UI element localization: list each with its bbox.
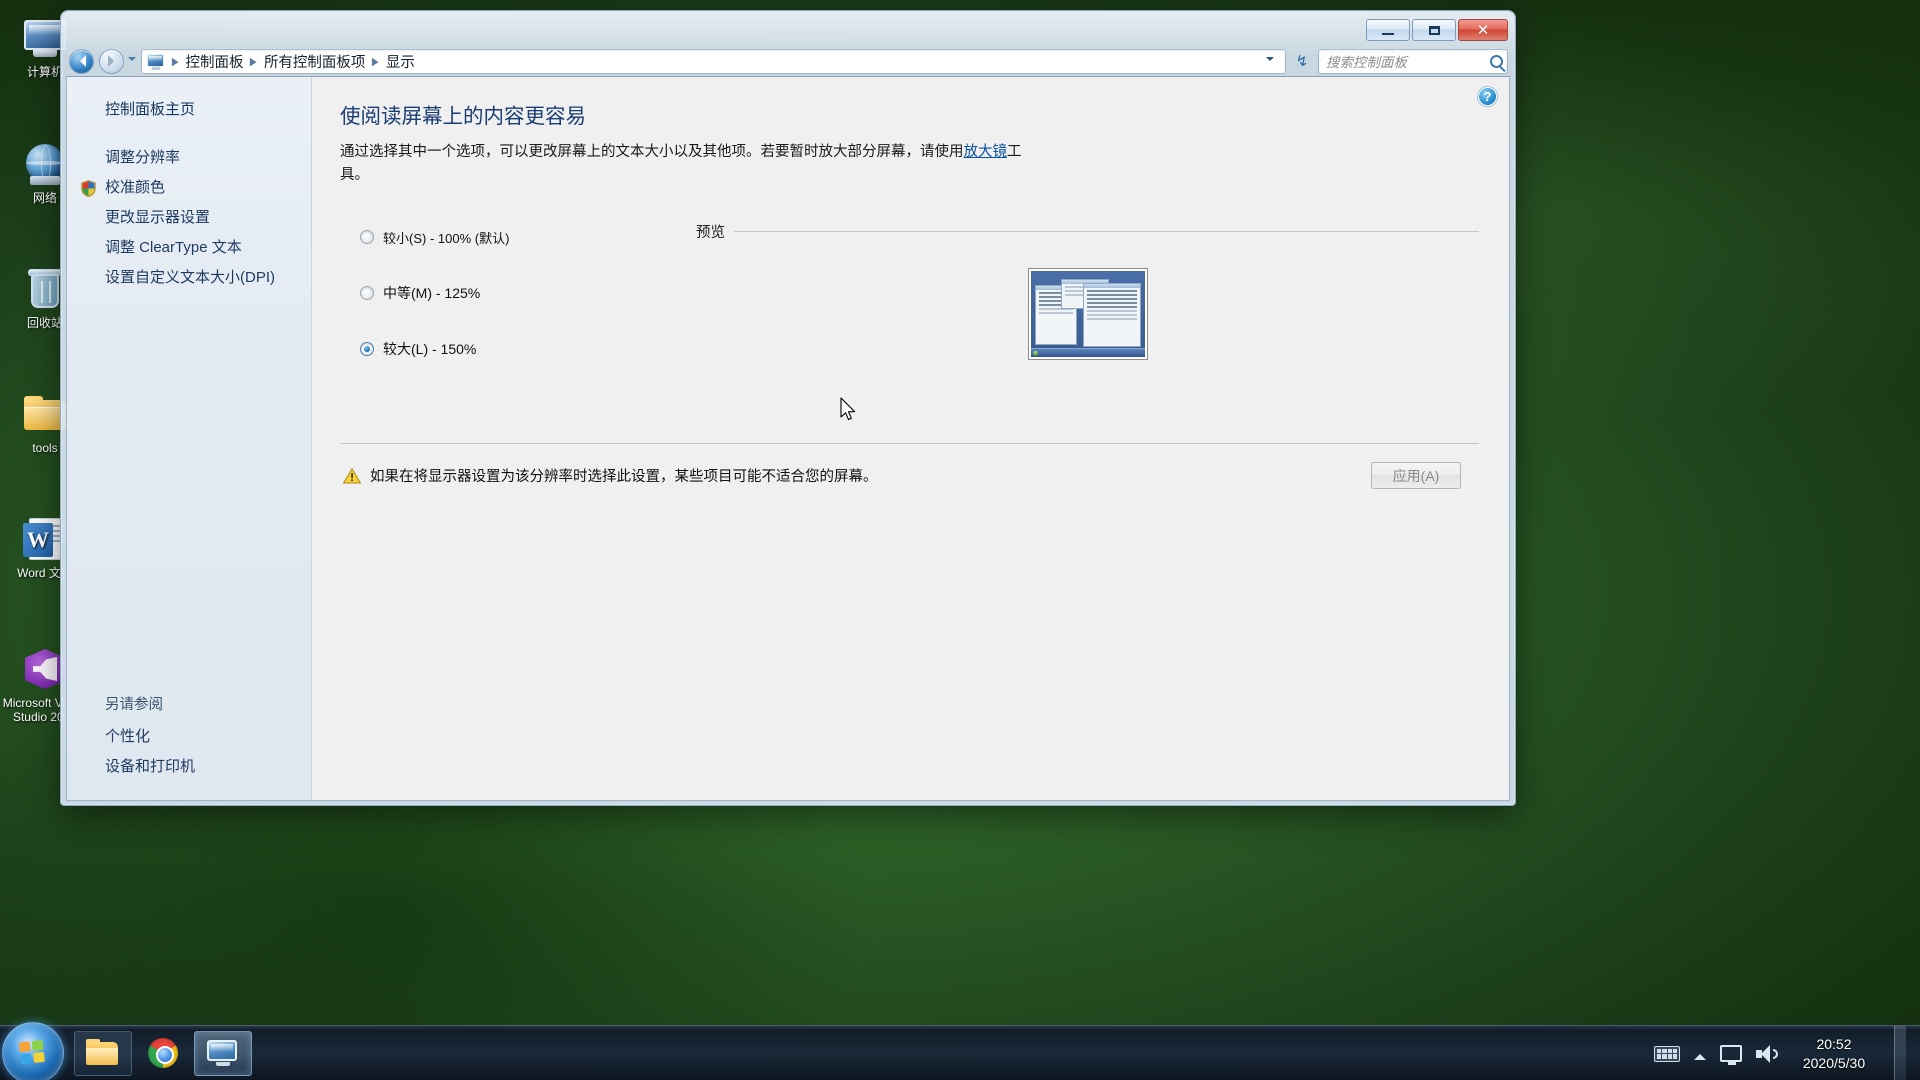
sidebar-item-control-panel-home[interactable]: 控制面板主页 xyxy=(67,95,311,125)
radio-option-smaller-100[interactable]: 较小(S) - 100% (默认) xyxy=(360,227,690,247)
breadcrumb-item-all-items[interactable]: 所有控制面板项 xyxy=(260,49,370,74)
breadcrumb-separator: ▶ xyxy=(372,55,380,68)
system-tray: 20:52 2020/5/30 xyxy=(1654,1026,1920,1080)
help-icon: ? xyxy=(1483,89,1492,104)
radio-option-label: 较小(S) - 100% (默认) xyxy=(383,230,510,246)
address-bar[interactable]: ▶ 控制面板 ▶ 所有控制面板项 ▶ 显示 xyxy=(141,48,1286,74)
sidebar-item-label: 个性化 xyxy=(105,728,151,745)
breadcrumb-item-display[interactable]: 显示 xyxy=(382,49,419,74)
search-icon xyxy=(1490,54,1503,68)
radio-option-larger-150[interactable]: 较大(L) - 150% xyxy=(360,339,690,359)
radio-option-label: 中等(M) - 125% xyxy=(383,285,481,301)
recent-pages-icon[interactable] xyxy=(128,57,136,65)
windows-logo-icon xyxy=(18,1039,47,1067)
refresh-button[interactable]: ↯ xyxy=(1291,50,1313,72)
clock-time: 20:52 xyxy=(1816,1035,1852,1052)
preview-thumbnail xyxy=(1027,268,1148,360)
close-button[interactable]: ✕ xyxy=(1458,19,1508,41)
breadcrumb-separator: ▶ xyxy=(171,55,179,68)
sidebar-see-also: 另请参阅 个性化 设备和打印机 xyxy=(67,689,311,800)
sidebar-top-links: 控制面板主页 调整分辨率 校准颜色 更改显示器设置 调整 ClearType 文… xyxy=(67,95,311,293)
address-dropdown-icon[interactable] xyxy=(1266,57,1274,65)
breadcrumb: ▶ 控制面板 ▶ 所有控制面板项 ▶ 显示 xyxy=(169,49,1262,74)
radio-indicator[interactable] xyxy=(360,230,374,244)
preview-header: 预览 xyxy=(696,221,1479,242)
taskbar: 20:52 2020/5/30 xyxy=(0,1022,1920,1080)
show-desktop-button[interactable] xyxy=(1894,1026,1906,1080)
window-titlebar[interactable]: ✕ xyxy=(66,16,1510,46)
display-resolution-icon[interactable] xyxy=(1720,1045,1742,1065)
description-text-part1: 通过选择其中一个选项，可以更改屏幕上的文本大小以及其他项。若要暂时放大部分屏幕，… xyxy=(340,144,964,160)
sidebar-item-label: 设置自定义文本大小(DPI) xyxy=(105,269,275,286)
sidebar: 控制面板主页 调整分辨率 校准颜色 更改显示器设置 调整 ClearType 文… xyxy=(67,77,312,800)
radio-option-label: 较大(L) - 150% xyxy=(383,341,477,357)
preview-divider xyxy=(734,231,1479,232)
see-also-header: 另请参阅 xyxy=(105,697,163,713)
taskbar-buttons xyxy=(74,1030,252,1076)
chrome-icon xyxy=(148,1038,178,1068)
clock-date: 2020/5/30 xyxy=(1802,1054,1866,1071)
sidebar-item-calibrate-color[interactable]: 校准颜色 xyxy=(67,173,311,203)
sidebar-item-set-custom-text-size-dpi[interactable]: 设置自定义文本大小(DPI) xyxy=(67,263,311,293)
control-panel-icon xyxy=(207,1039,239,1067)
sidebar-item-adjust-cleartype-text[interactable]: 调整 ClearType 文本 xyxy=(67,233,311,263)
shield-icon xyxy=(81,180,96,197)
taskbar-item-windows-explorer[interactable] xyxy=(74,1030,132,1076)
sidebar-item-change-display-settings[interactable]: 更改显示器设置 xyxy=(67,203,311,233)
show-hidden-icons-button[interactable] xyxy=(1694,1048,1706,1060)
sidebar-item-personalization[interactable]: 个性化 xyxy=(67,722,311,752)
breadcrumb-item-control-panel[interactable]: 控制面板 xyxy=(181,49,247,74)
options-and-preview: 较小(S) - 100% (默认) 中等(M) - 125% 较大(L) - 1… xyxy=(340,221,1479,395)
sidebar-item-devices-and-printers[interactable]: 设备和打印机 xyxy=(67,752,311,782)
magnifier-link[interactable]: 放大镜 xyxy=(964,144,1008,160)
page-description: 通过选择其中一个选项，可以更改屏幕上的文本大小以及其他项。若要暂时放大部分屏幕，… xyxy=(340,141,1040,187)
breadcrumb-separator: ▶ xyxy=(250,55,258,68)
sidebar-item-label: 更改显示器设置 xyxy=(105,209,211,226)
radio-indicator[interactable] xyxy=(360,342,374,356)
control-panel-icon xyxy=(147,53,166,70)
radio-option-medium-125[interactable]: 中等(M) - 125% xyxy=(360,283,690,303)
warning-row: 如果在将显示器设置为该分辨率时选择此设置，某些项目可能不适合您的屏幕。 应用(A… xyxy=(340,444,1479,489)
main-content: ? 使阅读屏幕上的内容更容易 通过选择其中一个选项，可以更改屏幕上的文本大小以及… xyxy=(312,77,1509,800)
sidebar-item-label: 调整 ClearType 文本 xyxy=(105,239,242,256)
minimize-button[interactable] xyxy=(1366,19,1410,41)
help-button[interactable]: ? xyxy=(1478,87,1497,106)
folder-icon xyxy=(86,1039,120,1067)
window-controls: ✕ xyxy=(1366,19,1508,41)
window-content: 控制面板主页 调整分辨率 校准颜色 更改显示器设置 调整 ClearType 文… xyxy=(66,76,1510,801)
sidebar-item-label: 设备和打印机 xyxy=(105,758,196,775)
warning-icon xyxy=(342,467,362,484)
address-bar-row: ▶ 控制面板 ▶ 所有控制面板项 ▶ 显示 ↯ 搜索控制面板 xyxy=(66,46,1510,76)
taskbar-item-control-panel[interactable] xyxy=(194,1030,252,1076)
control-panel-window: ✕ ▶ 控制面板 ▶ 所有控制面板项 ▶ 显示 ↯ 搜索控制面板 控制面板主页 … xyxy=(60,10,1516,806)
page-title: 使阅读屏幕上的内容更容易 xyxy=(340,105,586,128)
preview-section: 预览 xyxy=(690,221,1479,395)
search-input[interactable]: 搜索控制面板 xyxy=(1326,51,1490,71)
radio-indicator[interactable] xyxy=(360,286,374,300)
chevron-up-icon xyxy=(1694,1048,1706,1060)
sidebar-item-label: 控制面板主页 xyxy=(105,101,196,118)
keyboard-language-icon[interactable] xyxy=(1654,1045,1680,1062)
maximize-button[interactable] xyxy=(1412,19,1456,41)
start-button[interactable] xyxy=(2,1022,64,1080)
sidebar-item-label: 校准颜色 xyxy=(105,179,166,196)
refresh-icon: ↯ xyxy=(1295,53,1309,70)
apply-button-label: 应用(A) xyxy=(1392,467,1440,484)
taskbar-clock[interactable]: 20:52 2020/5/30 xyxy=(1792,1035,1876,1073)
apply-button[interactable]: 应用(A) xyxy=(1371,462,1461,489)
warning-text: 如果在将显示器设置为该分辨率时选择此设置，某些项目可能不适合您的屏幕。 xyxy=(370,469,878,485)
back-button[interactable] xyxy=(69,48,94,74)
preview-label: 预览 xyxy=(696,225,725,241)
volume-icon[interactable] xyxy=(1756,1044,1778,1063)
sidebar-item-label: 调整分辨率 xyxy=(105,149,181,166)
sidebar-item-adjust-resolution[interactable]: 调整分辨率 xyxy=(67,143,311,173)
close-icon: ✕ xyxy=(1476,21,1490,39)
taskbar-item-chrome-browser[interactable] xyxy=(134,1031,192,1076)
scaling-options-group: 较小(S) - 100% (默认) 中等(M) - 125% 较大(L) - 1… xyxy=(360,221,690,395)
search-box[interactable]: 搜索控制面板 xyxy=(1318,48,1508,74)
forward-button[interactable] xyxy=(99,48,124,74)
